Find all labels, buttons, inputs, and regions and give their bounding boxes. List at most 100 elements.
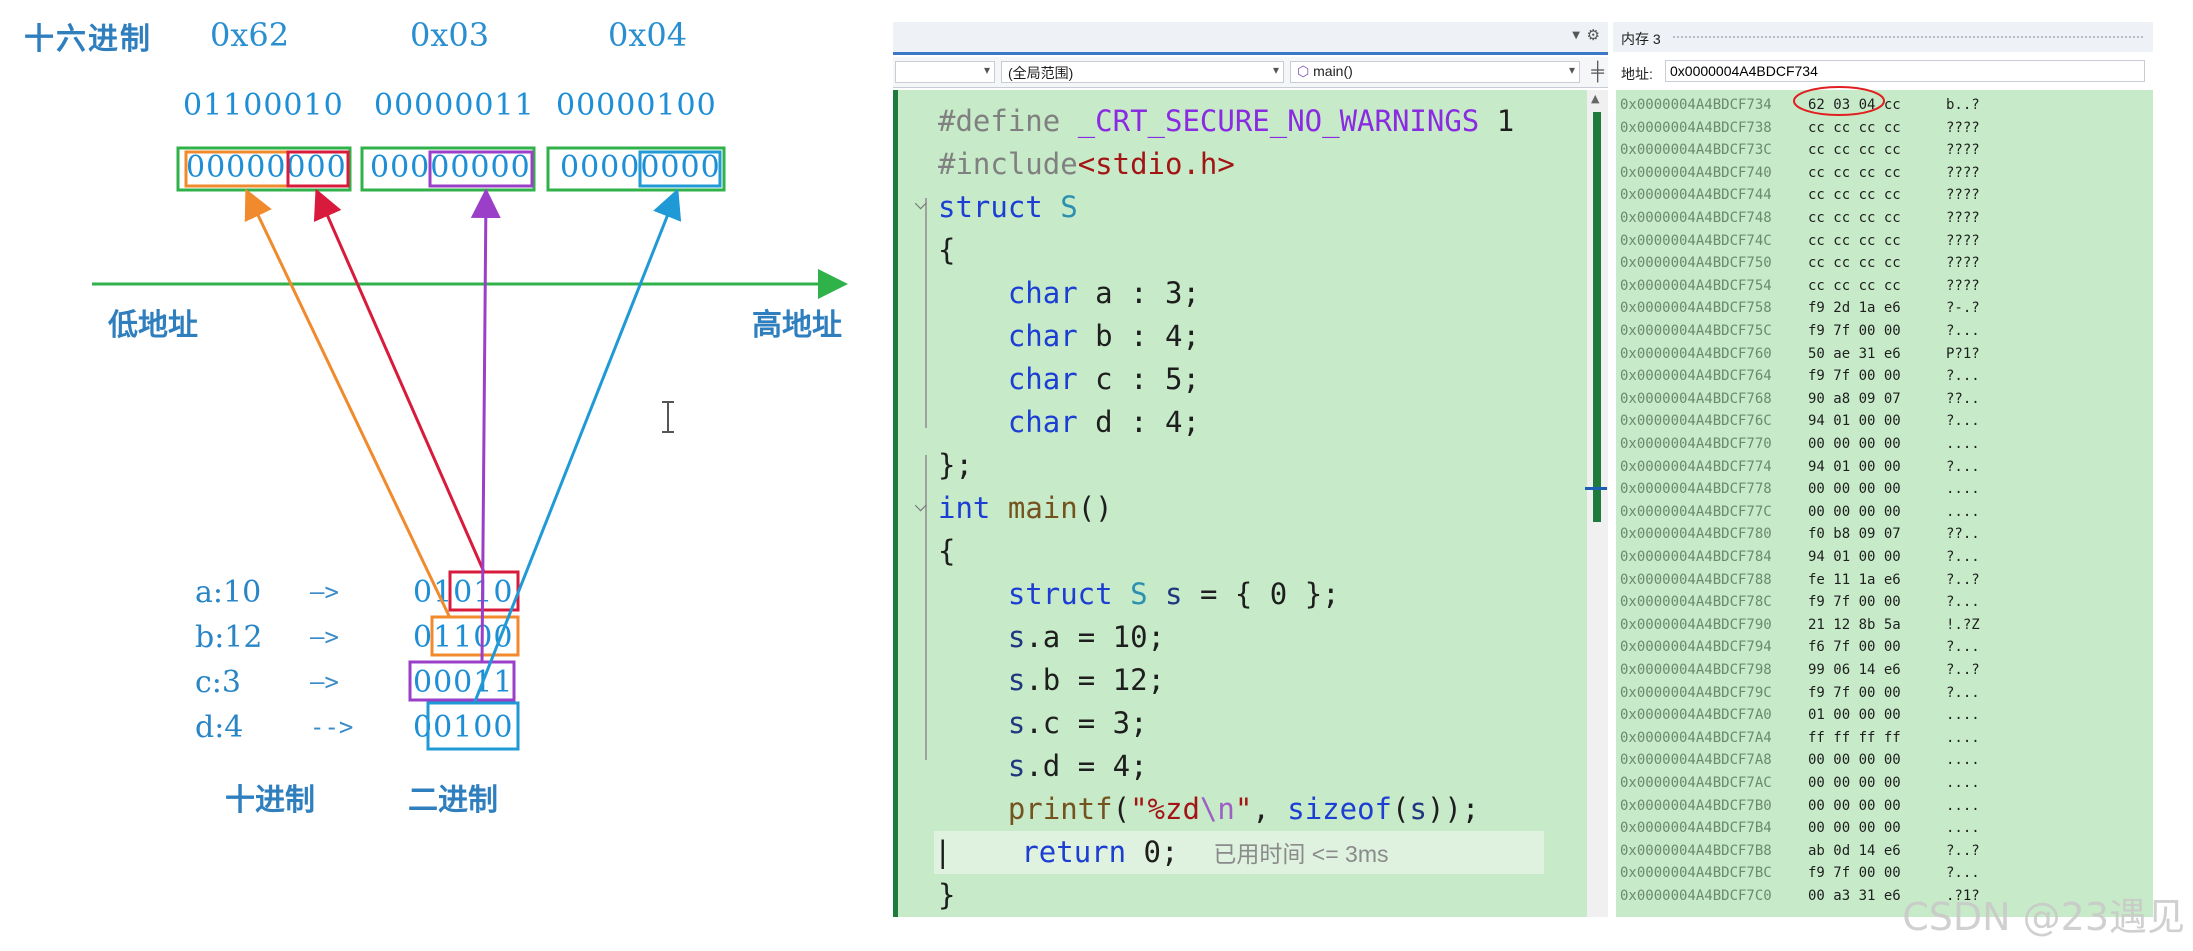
memory-row[interactable]: 0x0000004A4BDCF7AC 00 00 00 00.... bbox=[1620, 772, 1980, 795]
memory-row-bytes: 62 03 04 cc bbox=[1808, 97, 1901, 113]
memory-window-titlebar[interactable]: 内存 3 bbox=[1613, 22, 2153, 52]
scrollbar-thumb[interactable] bbox=[1593, 112, 1601, 522]
memory-row[interactable]: 0x0000004A4BDCF7BC f9 7f 00 00?... bbox=[1620, 862, 1980, 885]
memory-row-address: 0x0000004A4BDCF7AC bbox=[1620, 775, 1772, 791]
memory-row[interactable]: 0x0000004A4BDCF76C 94 01 00 00?... bbox=[1620, 410, 1980, 433]
project-dropdown[interactable]: ▾ bbox=[895, 61, 995, 83]
memory-row[interactable]: 0x0000004A4BDCF740 cc cc cc cc???? bbox=[1620, 162, 1980, 185]
memory-row[interactable]: 0x0000004A4BDCF798 99 06 14 e6?..? bbox=[1620, 659, 1980, 682]
memory-row-bytes: f9 7f 00 00 bbox=[1808, 368, 1901, 385]
row-label-d: d:4 bbox=[195, 710, 244, 745]
memory-row[interactable]: 0x0000004A4BDCF738 cc cc cc cc???? bbox=[1620, 117, 1980, 140]
dropdown-arrow-icon[interactable]: ▼ bbox=[1572, 30, 1580, 41]
memory-row[interactable]: 0x0000004A4BDCF7C0 00 a3 31 e6 .?1? bbox=[1620, 885, 1980, 908]
code-area[interactable]: #define _CRT_SECURE_NO_WARNINGS 1 #inclu… bbox=[893, 90, 1587, 917]
memory-row[interactable]: 0x0000004A4BDCF760 50 ae 31 e6 P?1? bbox=[1620, 343, 1980, 366]
memory-row-address: 0x0000004A4BDCF768 bbox=[1620, 390, 1772, 407]
memory-row-chars: P?1? bbox=[1946, 345, 1980, 362]
memory-row-bytes: f9 7f 00 00 bbox=[1808, 684, 1901, 701]
memory-row[interactable]: 0x0000004A4BDCF778 00 00 00 00.... bbox=[1620, 478, 1980, 501]
memory-row[interactable]: 0x0000004A4BDCF7B4 00 00 00 00.... bbox=[1620, 817, 1980, 840]
memory-row[interactable]: 0x0000004A4BDCF74C cc cc cc cc???? bbox=[1620, 230, 1980, 253]
memory-row-bytes: 00 00 00 00 bbox=[1808, 481, 1901, 498]
scroll-up-icon[interactable]: ▲ bbox=[1591, 92, 1599, 105]
scope-dropdown[interactable]: (全局范围) ▾ bbox=[1001, 61, 1284, 83]
code-line-3: struct S bbox=[938, 190, 1078, 224]
memory-row[interactable]: 0x0000004A4BDCF780 f0 b8 09 07??.. bbox=[1620, 523, 1980, 546]
memory-row-chars: b..? bbox=[1946, 97, 1980, 113]
memory-row[interactable]: 0x0000004A4BDCF77C 00 00 00 00.... bbox=[1620, 501, 1980, 524]
memory-row[interactable]: 0x0000004A4BDCF784 94 01 00 00?... bbox=[1620, 546, 1980, 569]
memory-row[interactable]: 0x0000004A4BDCF748 cc cc cc cc???? bbox=[1620, 207, 1980, 230]
binary-value-0: 01100010 bbox=[183, 88, 344, 123]
memory-row[interactable]: 0x0000004A4BDCF7B0 00 00 00 00.... bbox=[1620, 795, 1980, 818]
memory-row-chars: ?... bbox=[1946, 549, 1980, 565]
code-line-15: s.c = 3; bbox=[1007, 706, 1148, 740]
code-line-6: char b : 4; bbox=[1007, 319, 1200, 353]
memory-row-bytes: cc cc cc cc bbox=[1808, 119, 1901, 136]
row-bits-d: 00100 bbox=[413, 710, 514, 745]
memory-row-bytes: f9 7f 00 00 bbox=[1808, 323, 1901, 339]
memory-row[interactable]: 0x0000004A4BDCF78C f9 7f 00 00?... bbox=[1620, 591, 1980, 614]
memory-row[interactable]: 0x0000004A4BDCF75C f9 7f 00 00?... bbox=[1620, 320, 1980, 343]
memory-row-address: 0x0000004A4BDCF76C bbox=[1620, 413, 1772, 430]
memory-row-bytes: 00 a3 31 e6 bbox=[1808, 888, 1901, 904]
memory-row[interactable]: 0x0000004A4BDCF764 f9 7f 00 00?... bbox=[1620, 365, 1980, 388]
memory-row[interactable]: 0x0000004A4BDCF794 f6 7f 00 00?... bbox=[1620, 636, 1980, 659]
memory-row[interactable]: 0x0000004A4BDCF790 21 12 8b 5a !.?Z bbox=[1620, 614, 1980, 637]
memory-window: 内存 3 地址: 0x0000004A4BDCF734 62 03 04 cc b.… bbox=[1613, 22, 2153, 917]
chevron-down-icon: ▾ bbox=[1272, 63, 1279, 77]
memory-row[interactable]: 0x0000004A4BDCF768 90 a8 09 07??.. bbox=[1620, 388, 1980, 411]
memory-row-address: 0x0000004A4BDCF744 bbox=[1620, 187, 1772, 204]
code-line-13: s.a = 10; bbox=[1007, 620, 1165, 654]
code-line-9: }; bbox=[938, 448, 973, 482]
memory-row-address: 0x0000004A4BDCF738 bbox=[1620, 119, 1772, 136]
memory-row[interactable]: 0x0000004A4BDCF774 94 01 00 00?... bbox=[1620, 456, 1980, 479]
memory-row[interactable]: 0x0000004A4BDCF788 fe 11 1a e6?..? bbox=[1620, 569, 1980, 592]
memory-dump[interactable]: 0x0000004A4BDCF734 62 03 04 cc b..? 0x00000… bbox=[1616, 90, 2153, 917]
fold-collapse-icon[interactable]: ⌵ bbox=[914, 492, 927, 517]
memory-row-address: 0x0000004A4BDCF7A4 bbox=[1620, 729, 1772, 746]
memory-row-chars: ???? bbox=[1946, 164, 1980, 181]
memory-row[interactable]: 0x0000004A4BDCF770 00 00 00 00.... bbox=[1620, 433, 1980, 456]
memory-row-address: 0x0000004A4BDCF770 bbox=[1620, 436, 1772, 452]
memory-row-bytes: 00 00 00 00 bbox=[1808, 775, 1901, 791]
binary-label: 二进制 bbox=[408, 783, 498, 818]
memory-row[interactable]: 0x0000004A4BDCF7A8 00 00 00 00.... bbox=[1620, 749, 1980, 772]
memory-row-chars: ?..? bbox=[1946, 662, 1980, 678]
settings-gear-icon[interactable]: ⚙ bbox=[1587, 26, 1600, 44]
memory-row[interactable]: 0x0000004A4BDCF750 cc cc cc cc???? bbox=[1620, 252, 1980, 275]
memory-row-address: 0x0000004A4BDCF73C bbox=[1620, 142, 1772, 159]
memory-row[interactable]: 0x0000004A4BDCF7A0 01 00 00 00.... bbox=[1620, 704, 1980, 727]
memory-row[interactable]: 0x0000004A4BDCF7A4 ff ff ff ff.... bbox=[1620, 727, 1980, 750]
code-line-19: } bbox=[938, 878, 956, 912]
memory-row-bytes: 00 00 00 00 bbox=[1808, 820, 1901, 837]
memory-row[interactable]: 0x0000004A4BDCF73C cc cc cc cc???? bbox=[1620, 139, 1980, 162]
memory-row[interactable]: 0x0000004A4BDCF758 f9 2d 1a e6 ?-.? bbox=[1620, 297, 1980, 320]
code-line-8: char d : 4; bbox=[1007, 405, 1200, 439]
memory-row[interactable]: 0x0000004A4BDCF7B8 ab 0d 14 e6?..? bbox=[1620, 840, 1980, 863]
memory-row-chars: ???? bbox=[1946, 210, 1980, 226]
row-bits-c: 00011 bbox=[413, 665, 514, 700]
editor-vertical-scrollbar[interactable]: ▲ bbox=[1585, 90, 1608, 917]
memory-row-bytes: f0 b8 09 07 bbox=[1808, 526, 1901, 543]
memory-row-chars: ?... bbox=[1946, 413, 1980, 430]
code-line-4: { bbox=[938, 233, 956, 267]
memory-row-chars: .... bbox=[1946, 820, 1980, 837]
memory-row-chars: ???? bbox=[1946, 255, 1980, 272]
memory-row[interactable]: 0x0000004A4BDCF754 cc cc cc cc???? bbox=[1620, 275, 1980, 298]
memory-row[interactable]: 0x0000004A4BDCF79C f9 7f 00 00?... bbox=[1620, 682, 1980, 705]
memory-row-chars: ???? bbox=[1946, 277, 1980, 294]
fold-collapse-icon[interactable]: ⌵ bbox=[914, 190, 927, 215]
elapsed-time-hint: 已用时间 <= 3ms bbox=[1213, 841, 1389, 867]
byte-box-text-1: 00000000 bbox=[370, 150, 531, 185]
memory-row[interactable]: 0x0000004A4BDCF734 62 03 04 cc b..? bbox=[1620, 94, 1980, 117]
function-dropdown[interactable]: ⬡ main() ▾ bbox=[1290, 61, 1580, 83]
memory-row[interactable]: 0x0000004A4BDCF744 cc cc cc cc???? bbox=[1620, 184, 1980, 207]
code-line-10: int main() bbox=[938, 491, 1113, 525]
memory-row-address: 0x0000004A4BDCF798 bbox=[1620, 662, 1772, 678]
memory-row-bytes: 50 ae 31 e6 bbox=[1808, 345, 1901, 362]
split-editor-icon[interactable]: ╪ bbox=[1591, 61, 1604, 82]
address-input[interactable] bbox=[1665, 60, 2145, 82]
memory-row-address: 0x0000004A4BDCF7C0 bbox=[1620, 888, 1772, 904]
